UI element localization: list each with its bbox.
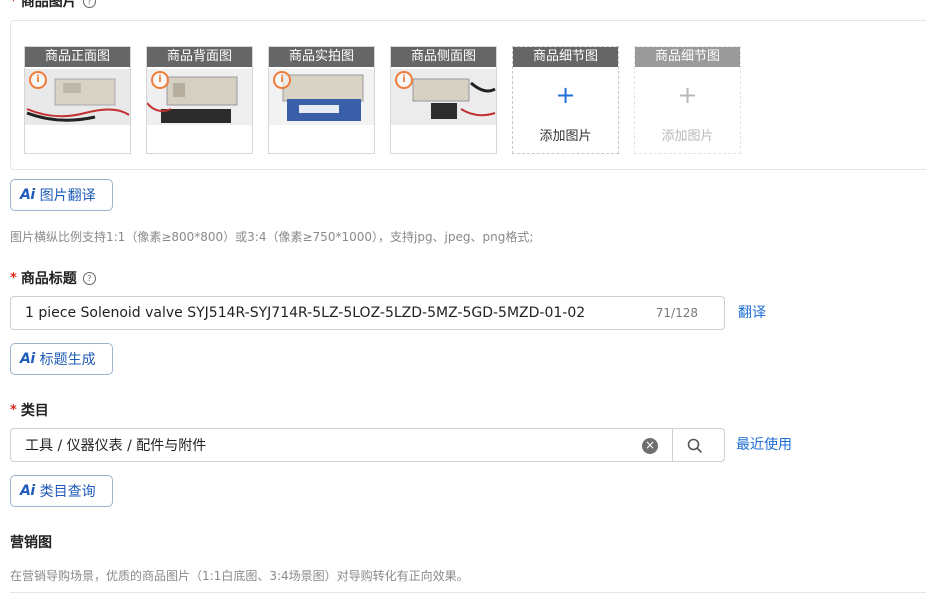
marketing-label: 营销图 [10,535,52,551]
title-value: 1 piece Solenoid valve SYJ514R-SYJ714R-5… [25,305,586,321]
ai-icon: Ai [20,351,35,367]
info-icon[interactable]: i [395,71,413,89]
bottom-divider [10,592,926,593]
title-section-label: * 商品标题 ? [10,268,96,288]
category-value: 工具 / 仪器仪表 / 配件与附件 [25,438,207,454]
product-photo[interactable]: i [147,69,252,125]
translate-link[interactable]: 翻译 [738,302,766,322]
search-icon[interactable] [686,437,704,455]
category-select[interactable]: 工具 / 仪器仪表 / 配件与附件 × [10,428,725,462]
info-icon[interactable]: i [151,71,169,89]
button-label: 图片翻译 [39,188,96,204]
slot-title: 商品细节图 [513,47,618,67]
ai-category-query-button[interactable]: Ai 类目查询 [10,475,113,507]
slot-title: 商品实拍图 [269,47,374,67]
recent-used-link[interactable]: 最近使用 [736,434,792,454]
product-photo[interactable]: i [391,69,496,125]
button-label: 标题生成 [39,352,96,368]
title-input[interactable]: 1 piece Solenoid valve SYJ514R-SYJ714R-5… [10,296,725,330]
image-slot-side[interactable]: 商品侧面图 i [390,46,497,154]
title-label: 商品标题 [20,271,77,287]
info-icon[interactable]: i [29,71,47,89]
title-counter: 71/128 [655,306,698,320]
image-hint: 图片横纵比例支持1:1（像素≥800*800）或3:4（像素≥750*1000）… [10,230,534,244]
ai-image-translate-button[interactable]: Ai 图片翻译 [10,179,113,211]
add-image-label: 添加图片 [661,129,714,144]
add-image-label: 添加图片 [539,129,592,144]
slot-title: 商品细节图 [635,47,740,67]
clear-icon[interactable]: × [642,438,658,454]
category-label: 类目 [20,403,49,419]
slot-title: 商品背面图 [147,47,252,67]
image-slot-front[interactable]: 商品正面图 i [24,46,131,154]
product-photo[interactable]: i [269,69,374,125]
image-slot-real[interactable]: 商品实拍图 i [268,46,375,154]
slot-title: 商品正面图 [25,47,130,67]
search-divider [672,429,673,461]
marketing-section-label: 营销图 [10,532,52,552]
button-label: 类目查询 [39,484,96,500]
image-slot-back[interactable]: 商品背面图 i [146,46,253,154]
marketing-hint: 在营销导购场景，优质的商品图片（1:1白底图、3:4场景图）对导购转化有正向效果… [10,569,469,583]
category-section-label: * 类目 [10,400,49,420]
required-mark: * [10,270,17,286]
images-label: 商品图片 [20,0,77,10]
help-icon[interactable]: ? [82,271,96,285]
info-icon[interactable]: i [273,71,291,89]
required-mark: * [10,0,17,9]
help-icon[interactable]: ? [82,0,96,8]
slot-title: 商品侧面图 [391,47,496,67]
ai-icon: Ai [20,483,35,499]
plus-icon: + [677,81,698,109]
ai-title-generate-button[interactable]: Ai 标题生成 [10,343,113,375]
required-mark: * [10,402,17,418]
plus-icon: + [555,81,576,109]
image-slot-detail[interactable]: 商品细节图 + 添加图片 [512,46,619,154]
ai-icon: Ai [20,187,35,203]
image-slot-detail-disabled: 商品细节图 + 添加图片 [634,46,741,154]
images-section-label: * 商品图片 ? [10,0,96,11]
product-photo[interactable]: i [25,69,130,125]
